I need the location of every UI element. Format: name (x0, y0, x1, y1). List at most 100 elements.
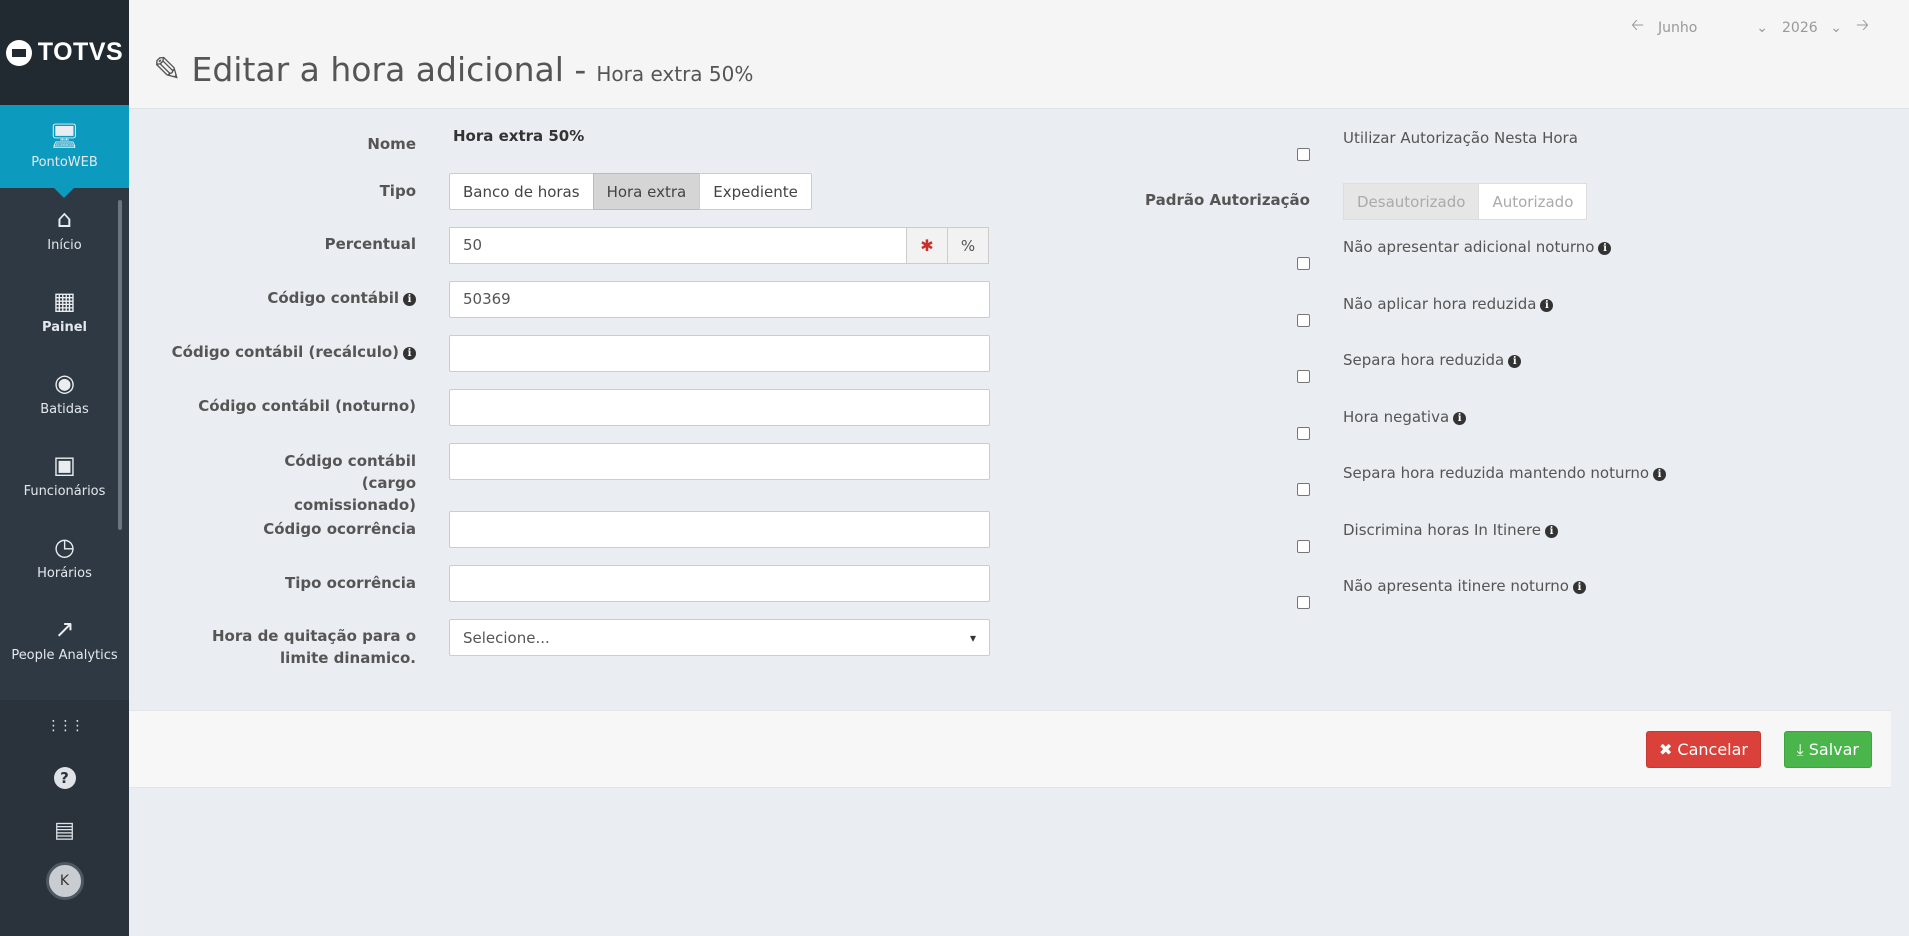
info-icon[interactable]: i (1653, 468, 1667, 481)
separa-reduzida-noturno-label: Separa hora reduzida mantendo noturno i (1343, 464, 1667, 482)
badge-icon: ▣ (53, 450, 76, 479)
arrow-left-icon[interactable]: 🡠 (1631, 14, 1644, 41)
desautorizado-button[interactable]: Desautorizado (1343, 183, 1480, 220)
codigo-noturno-input[interactable] (449, 389, 990, 426)
page-title-text: Editar a hora adicional - (191, 50, 587, 89)
nome-label: Nome (367, 135, 416, 153)
info-icon[interactable]: i (403, 293, 416, 306)
save-button-label: Salvar (1808, 740, 1859, 759)
download-icon: ⤓ (1796, 739, 1804, 759)
sidebar-bottom: ⋮⋮⋮ ? ▤ K (0, 700, 129, 936)
tipo-hora-extra-button[interactable]: Hora extra (592, 173, 701, 210)
apps-grid-icon[interactable]: ⋮⋮⋮ (0, 700, 129, 752)
sidebar-item-inicio[interactable]: ⌂ Início (0, 188, 129, 270)
dashboard-icon: ▦ (53, 286, 76, 315)
nao-hora-reduzida-text: Não aplicar hora reduzida (1343, 295, 1537, 313)
nao-itinere-noturno-checkbox[interactable] (1297, 596, 1310, 609)
tipo-ocorrencia-label: Tipo ocorrência (285, 574, 416, 592)
required-asterisk-icon: ✱ (906, 227, 948, 264)
percentual-group: 50 ✱ % (449, 227, 989, 264)
chevron-down-icon: ⌄ (1830, 19, 1843, 36)
cancel-button-label: Cancelar (1677, 740, 1748, 759)
chevron-down-icon: ⌄ (1756, 19, 1769, 36)
logo-text: TOTVS (37, 38, 124, 66)
month-value: Junho (1658, 19, 1698, 36)
avatar[interactable]: K (45, 862, 84, 900)
info-icon[interactable]: i (1540, 299, 1554, 312)
nao-itinere-noturno-text: Não apresenta itinere noturno (1343, 577, 1569, 595)
tipo-ocorrencia-input[interactable] (449, 565, 990, 602)
padrao-autorizacao-toggle: Desautorizado Autorizado (1343, 183, 1588, 220)
help-icon[interactable]: ? (0, 752, 129, 804)
year-value: 2026 (1782, 19, 1818, 36)
codigo-recalculo-label: Código contábil (recálculo) i (155, 341, 416, 363)
close-icon: ✖ (1659, 740, 1673, 759)
info-icon[interactable]: i (1453, 412, 1467, 425)
padrao-autorizacao-label: Padrão Autorização (1145, 191, 1310, 209)
info-icon[interactable]: i (1598, 242, 1612, 255)
autorizado-button[interactable]: Autorizado (1478, 183, 1588, 220)
nao-hora-reduzida-label: Não aplicar hora reduzida i (1343, 295, 1554, 313)
sidebar-item-funcionarios[interactable]: ▣ Funcionários (0, 434, 129, 516)
tipo-toggle: Banco de horas Hora extra Expediente (449, 173, 812, 210)
company-icon[interactable]: ▤ (0, 804, 129, 856)
arrow-right-icon[interactable]: 🡢 (1856, 14, 1869, 41)
hora-quitacao-selected: Selecione... (463, 628, 550, 647)
discrimina-itinere-checkbox[interactable] (1297, 540, 1310, 553)
clock-icon: ◷ (54, 532, 75, 561)
discrimina-itinere-text: Discrimina horas In Itinere (1343, 521, 1541, 539)
codigo-noturno-label: Código contábil (noturno) (198, 397, 416, 415)
tipo-label: Tipo (379, 182, 416, 200)
chevron-down-icon: ▾ (969, 630, 976, 645)
sidebar-item-label: People Analytics (11, 647, 118, 663)
save-button[interactable]: ⤓ Salvar (1783, 731, 1872, 768)
month-select[interactable]: Junho ⌄ (1658, 20, 1768, 36)
sidebar-item-people-analytics[interactable]: ↗ People Analytics (0, 598, 129, 680)
utilizar-autorizacao-checkbox[interactable] (1297, 148, 1310, 161)
separa-reduzida-noturno-text: Separa hora reduzida mantendo noturno (1343, 464, 1650, 482)
codigo-contabil-input[interactable]: 50369 (449, 281, 990, 318)
nao-itinere-noturno-label: Não apresenta itinere noturno i (1343, 577, 1586, 595)
codigo-recalculo-input[interactable] (449, 335, 990, 372)
sidebar-item-pontoweb[interactable]: 🖥 PontoWEB (0, 105, 129, 198)
codigo-cargo-input[interactable] (449, 443, 990, 480)
totvs-logo-icon (5, 39, 32, 66)
codigo-ocorrencia-input[interactable] (449, 511, 990, 548)
cancel-button[interactable]: ✖ Cancelar (1646, 731, 1761, 768)
hora-negativa-checkbox[interactable] (1297, 427, 1310, 440)
info-icon[interactable]: i (1544, 525, 1558, 538)
sidebar-item-painel[interactable]: ▦ Painel (0, 270, 129, 352)
pencil-icon: ✎ (153, 50, 182, 90)
separa-hora-reduzida-text: Separa hora reduzida (1343, 351, 1505, 369)
discrimina-itinere-label: Discrimina horas In Itinere i (1343, 521, 1558, 539)
tipo-expediente-button[interactable]: Expediente (699, 173, 812, 210)
form-actions: ✖ Cancelar ⤓ Salvar (129, 710, 1891, 788)
sidebar-item-batidas[interactable]: ◉ Batidas (0, 352, 129, 434)
separa-hora-reduzida-checkbox[interactable] (1297, 370, 1310, 383)
home-icon: ⌂ (56, 204, 73, 233)
sidebar-scrollbar[interactable] (118, 200, 122, 530)
separa-reduzida-noturno-checkbox[interactable] (1297, 483, 1310, 496)
monitor-icon: 🖥 (49, 122, 80, 150)
totvs-logo[interactable]: TOTVS (0, 0, 129, 105)
codigo-cargo-label: Código contábil (cargo comissionado) (284, 452, 416, 514)
nao-adicional-noturno-text: Não apresentar adicional noturno (1343, 238, 1595, 256)
hora-quitacao-select[interactable]: Selecione... ▾ (449, 619, 990, 656)
nao-hora-reduzida-checkbox[interactable] (1297, 314, 1310, 327)
nome-value: Hora extra 50% (453, 127, 585, 145)
info-icon[interactable]: i (1572, 581, 1586, 594)
sidebar-item-label: Horários (37, 565, 92, 581)
codigo-contabil-label-text: Código contábil (267, 289, 399, 307)
nao-adicional-noturno-checkbox[interactable] (1297, 257, 1310, 270)
info-icon[interactable]: i (1508, 355, 1522, 368)
sidebar-item-horarios[interactable]: ◷ Horários (0, 516, 129, 598)
year-select[interactable]: 2026 ⌄ (1782, 20, 1842, 36)
sidebar: TOTVS 🖥 PontoWEB ⌂ Início ▦ Painel ◉ Bat… (0, 0, 129, 936)
info-icon[interactable]: i (403, 347, 416, 360)
percentual-label: Percentual (324, 235, 416, 253)
percentual-input[interactable]: 50 (449, 227, 907, 264)
sidebar-item-label: Início (47, 237, 82, 253)
tipo-banco-horas-button[interactable]: Banco de horas (449, 173, 594, 210)
sidebar-item-label: PontoWEB (31, 155, 98, 170)
page-subtitle: Hora extra 50% (596, 62, 754, 86)
